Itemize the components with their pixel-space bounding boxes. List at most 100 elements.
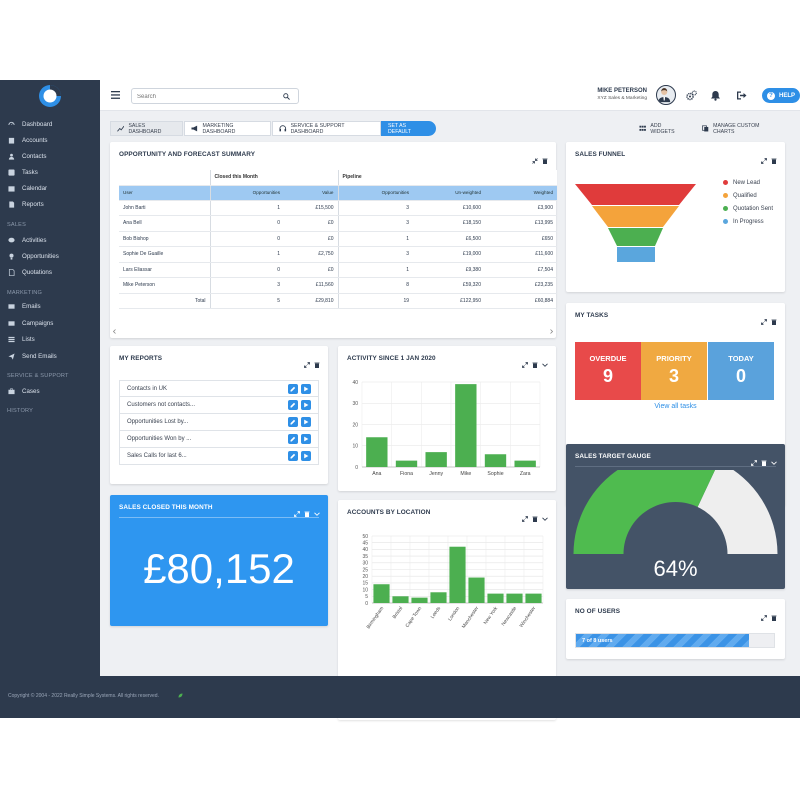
sidebar-item-accounts[interactable]: Accounts xyxy=(7,134,47,146)
sidebar-item-emails[interactable]: Emails xyxy=(7,300,41,312)
trash-icon[interactable] xyxy=(542,151,548,164)
expand-icon[interactable] xyxy=(294,504,300,517)
trash-icon[interactable] xyxy=(771,608,777,621)
table-row[interactable]: Bob Bishop 0 £0 1 £6,500 £650 xyxy=(119,231,557,247)
collapse-icon[interactable] xyxy=(532,151,538,164)
bar[interactable] xyxy=(395,460,418,467)
avatar[interactable] xyxy=(656,85,676,105)
column-header[interactable]: User xyxy=(119,185,211,201)
edit-report-button[interactable] xyxy=(288,451,298,461)
chevron-down-icon[interactable] xyxy=(542,509,548,521)
expand-icon[interactable] xyxy=(522,509,528,522)
report-item[interactable]: Customers not contacts... xyxy=(119,397,319,414)
table-row[interactable]: Ana Bell 0 £0 3 £18,150 £13,995 xyxy=(119,215,557,232)
run-report-button[interactable] xyxy=(301,417,311,427)
bar[interactable] xyxy=(366,437,388,467)
set-default-button[interactable]: SET AS DEFAULT xyxy=(381,121,436,136)
report-item[interactable]: Opportunities Lost by... xyxy=(119,414,319,431)
sidebar-item-lists[interactable]: Lists xyxy=(7,333,35,345)
scroll-right-icon[interactable] xyxy=(549,329,554,334)
run-report-button[interactable] xyxy=(301,400,311,410)
bar[interactable] xyxy=(506,593,523,603)
column-header[interactable]: Weighted xyxy=(485,185,557,201)
sidebar-item-cases[interactable]: Cases xyxy=(7,385,40,397)
table-row[interactable]: Lars Eliassar 0 £0 1 £9,380 £7,504 xyxy=(119,262,557,278)
edit-report-button[interactable] xyxy=(288,400,298,410)
search-input[interactable] xyxy=(137,91,277,102)
app-logo-icon[interactable] xyxy=(38,84,62,108)
sidebar-item-send-emails[interactable]: Send Emails xyxy=(7,350,57,362)
bar[interactable] xyxy=(373,584,390,603)
column-header[interactable]: Opportunities xyxy=(210,185,284,201)
task-box-today[interactable]: TODAY 0 xyxy=(708,342,774,400)
expand-icon[interactable] xyxy=(761,312,767,325)
trash-icon[interactable] xyxy=(314,355,320,368)
view-all-tasks-link[interactable]: View all tasks xyxy=(566,403,785,410)
logout-icon[interactable] xyxy=(736,90,747,101)
settings-cogs-icon[interactable] xyxy=(686,90,697,101)
add-widgets-button[interactable]: ADD WIDGETS xyxy=(633,121,690,136)
column-header[interactable]: Opportunities xyxy=(338,185,413,201)
scroll-left-icon[interactable] xyxy=(112,329,117,334)
table-row[interactable]: Mike Peterson 3 £11,560 8 £59,320 £23,235 xyxy=(119,277,557,294)
edit-report-button[interactable] xyxy=(288,384,298,394)
sidebar-item-opportunities[interactable]: Opportunities xyxy=(7,250,59,262)
funnel-stage-qualified[interactable] xyxy=(592,206,679,227)
funnel-stage-in-progress[interactable] xyxy=(617,247,655,262)
edit-report-button[interactable] xyxy=(288,417,298,427)
bar[interactable] xyxy=(392,596,409,603)
report-item[interactable]: Contacts in UK xyxy=(119,380,319,397)
sidebar-item-activities[interactable]: Activities xyxy=(7,234,46,246)
bar[interactable] xyxy=(484,454,507,467)
trash-icon[interactable] xyxy=(304,504,310,517)
sidebar-item-dashboard[interactable]: Dashboard xyxy=(7,118,52,130)
sidebar-section-history[interactable]: HISTORY xyxy=(7,408,33,414)
bar[interactable] xyxy=(487,593,504,603)
sidebar-item-quotations[interactable]: Quotations xyxy=(7,266,52,278)
table-row[interactable]: John Barti 1 £15,500 3 £10,600 £3,900 xyxy=(119,200,557,216)
sidebar-item-tasks[interactable]: Tasks xyxy=(7,166,38,178)
sidebar-item-calendar[interactable]: Calendar xyxy=(7,182,47,194)
tab-sales-dashboard[interactable]: SALES DASHBOARD xyxy=(110,121,183,136)
run-report-button[interactable] xyxy=(301,384,311,394)
chevron-down-icon[interactable] xyxy=(314,504,320,516)
run-report-button[interactable] xyxy=(301,434,311,444)
funnel-stage-new-lead[interactable] xyxy=(575,184,696,205)
run-report-button[interactable] xyxy=(301,451,311,461)
bar[interactable] xyxy=(425,452,447,467)
expand-icon[interactable] xyxy=(304,355,310,368)
trash-icon[interactable] xyxy=(532,509,538,522)
column-header[interactable]: Value xyxy=(284,185,339,201)
bar[interactable] xyxy=(449,546,466,603)
report-item[interactable]: Sales Calls for last 6... xyxy=(119,448,319,465)
bar[interactable] xyxy=(525,593,542,603)
trash-icon[interactable] xyxy=(771,312,777,325)
bar[interactable] xyxy=(468,577,485,603)
expand-icon[interactable] xyxy=(761,151,767,164)
sidebar-item-reports[interactable]: Reports xyxy=(7,198,44,210)
manage-custom-charts-button[interactable]: MANAGE CUSTOM CHARTS xyxy=(696,121,781,136)
bar[interactable] xyxy=(411,597,428,603)
trash-icon[interactable] xyxy=(761,453,767,466)
help-button[interactable]: ? HELP xyxy=(762,88,800,103)
tab-marketing-dashboard[interactable]: MARKETING DASHBOARD xyxy=(184,121,271,136)
task-box-overdue[interactable]: OVERDUE 9 xyxy=(575,342,641,400)
bar[interactable] xyxy=(514,460,536,467)
edit-report-button[interactable] xyxy=(288,434,298,444)
report-item[interactable]: Opportunities Won by ... xyxy=(119,431,319,448)
funnel-stage-quotation-sent[interactable] xyxy=(608,228,663,246)
expand-icon[interactable] xyxy=(761,608,767,621)
trash-icon[interactable] xyxy=(771,151,777,164)
expand-icon[interactable] xyxy=(751,453,757,466)
bar[interactable] xyxy=(430,592,447,603)
sidebar-item-campaigns[interactable]: Campaigns xyxy=(7,317,53,329)
expand-icon[interactable] xyxy=(522,355,528,368)
bell-icon[interactable] xyxy=(710,90,721,101)
user-name[interactable]: MIKE PETERSON xyxy=(560,88,647,94)
sidebar-item-contacts[interactable]: Contacts xyxy=(7,150,46,162)
task-box-priority[interactable]: PRIORITY 3 xyxy=(641,342,707,400)
trash-icon[interactable] xyxy=(532,355,538,368)
column-header[interactable]: Un-weighted xyxy=(413,185,485,201)
search-icon[interactable] xyxy=(283,93,290,100)
bar[interactable] xyxy=(455,384,477,467)
